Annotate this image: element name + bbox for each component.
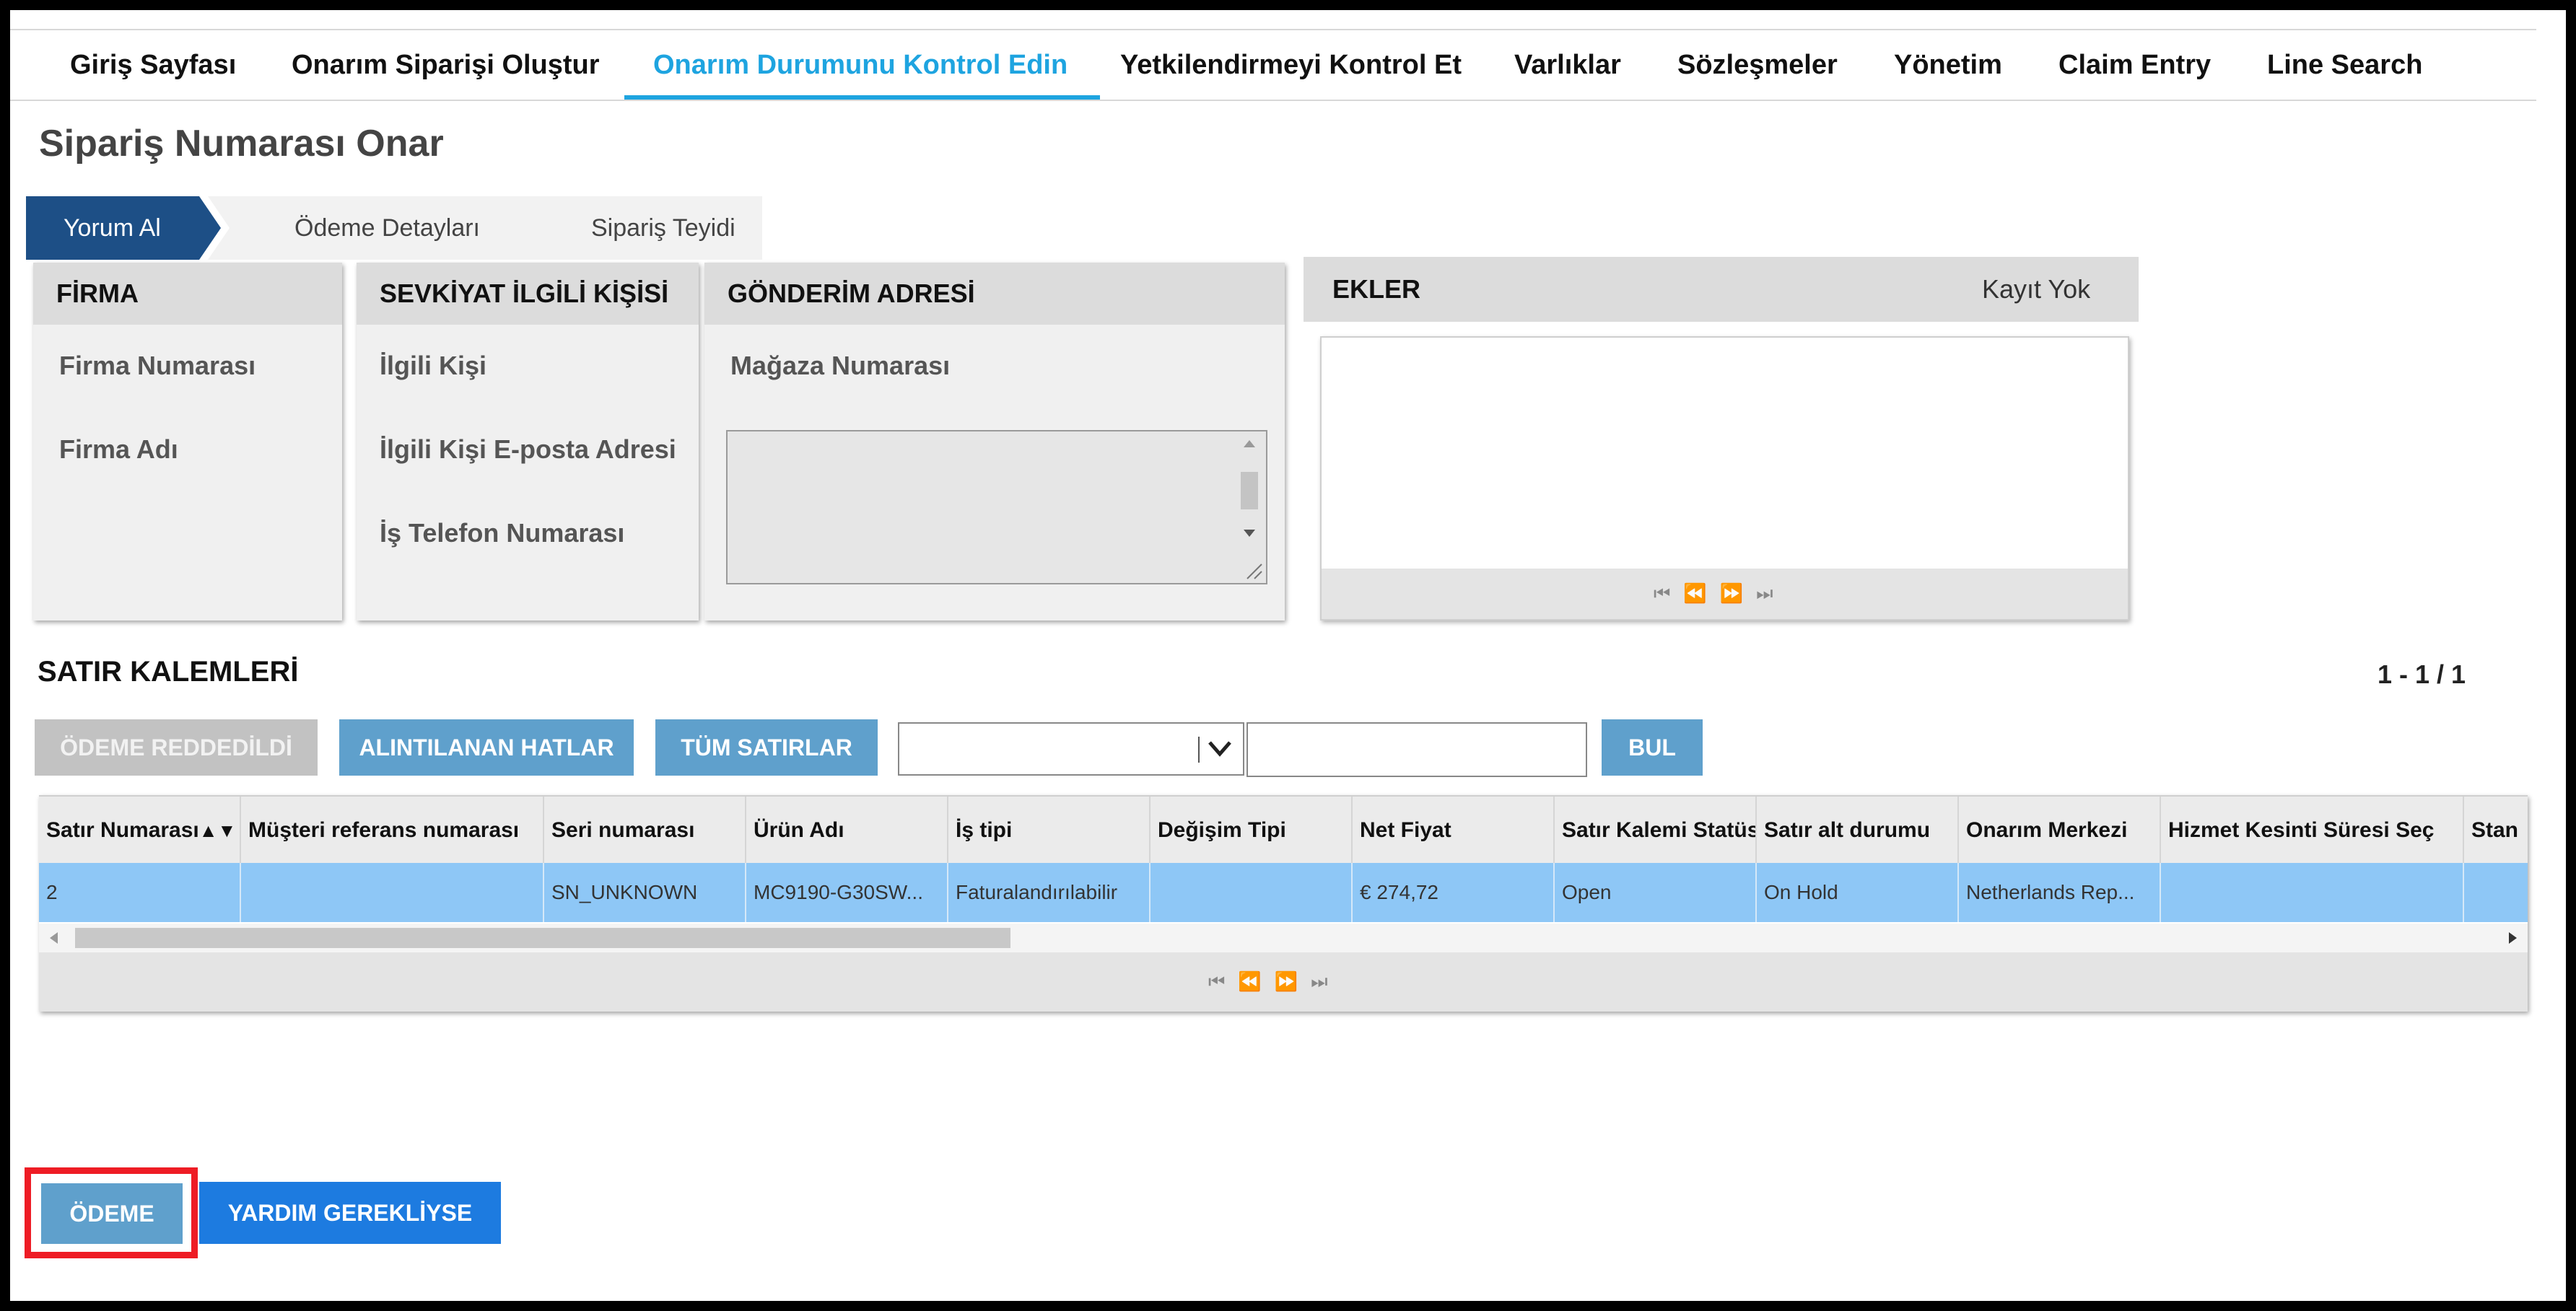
prev-page-icon[interactable]: ⏪ <box>1683 582 1719 604</box>
pager-controls: ⏮⏪⏩⏭ <box>1208 970 1341 994</box>
shipping-address-panel-title: GÖNDERİM ADRESİ <box>704 263 1285 325</box>
line-items-title: SATIR KALEMLERİ <box>38 656 299 688</box>
attachments-title: EKLER <box>1332 274 1421 304</box>
all-lines-button[interactable]: TÜM SATIRLAR <box>655 719 878 776</box>
quoted-lines-button[interactable]: ALINTILANAN HATLAR <box>339 719 634 776</box>
grid-pager: ⏮⏪⏩⏭ <box>39 952 2528 1012</box>
select-separator <box>1198 737 1200 763</box>
next-page-icon[interactable]: ⏩ <box>1720 582 1756 604</box>
nav-line-search[interactable]: Line Search <box>2267 30 2422 100</box>
column-header-line-substatus[interactable]: Satır alt durumu <box>1757 797 1959 864</box>
table-row[interactable]: 2 SN_UNKNOWN MC9190-G30SW... Faturalandı… <box>39 863 2528 922</box>
application-window: Giriş Sayfası Onarım Siparişi Oluştur On… <box>10 10 2566 1301</box>
cell-line-number: 2 <box>39 863 241 922</box>
column-header-net-price[interactable]: Net Fiyat <box>1353 797 1555 864</box>
column-header-line-number[interactable]: Satır Numarası▲▼ <box>39 797 241 864</box>
scrollbar-thumb[interactable] <box>75 928 1010 948</box>
column-header-label: Satır Numarası <box>46 818 199 842</box>
cell-exchange-type <box>1151 863 1353 922</box>
contact-email-label: İlgili Kişi E-posta Adresi <box>380 434 676 464</box>
cell-line-substatus: On Hold <box>1757 863 1959 922</box>
attachments-pager: ⏮⏪⏩⏭ <box>1322 569 2128 619</box>
nav-claim-entry[interactable]: Claim Entry <box>2058 30 2211 100</box>
column-header-downtime[interactable]: Hizmet Kesinti Süresi Seç <box>2161 797 2464 864</box>
prev-page-icon[interactable]: ⏪ <box>1238 970 1274 992</box>
nav-check-repair-status[interactable]: Onarım Durumunu Kontrol Edin <box>653 30 1067 100</box>
company-number-label: Firma Numarası <box>59 351 256 380</box>
resize-handle-icon[interactable] <box>1244 561 1263 580</box>
nav-create-repair-order[interactable]: Onarım Siparişi Oluştur <box>292 30 600 100</box>
cell-product-name: MC9190-G30SW... <box>746 863 948 922</box>
step-label: Ödeme Detayları <box>294 214 480 242</box>
find-button[interactable]: BUL <box>1602 719 1703 776</box>
last-page-icon[interactable]: ⏭ <box>1311 970 1340 992</box>
column-header-exchange-type[interactable]: Değişim Tipi <box>1151 797 1353 864</box>
shipping-contact-panel-title: SEVKİYAT İLGİLİ KİŞİSİ <box>357 263 699 325</box>
scroll-left-icon[interactable] <box>48 931 59 945</box>
scrollbar-arrows-icon <box>1241 440 1258 537</box>
search-input[interactable] <box>1246 722 1587 777</box>
horizontal-scrollbar[interactable] <box>39 924 2528 952</box>
highlight-box <box>25 1167 198 1258</box>
sort-arrows-icon[interactable]: ▲▼ <box>199 820 236 841</box>
cell-job-type: Faturalandırılabilir <box>948 863 1151 922</box>
column-header-repair-center[interactable]: Onarım Merkezi <box>1959 797 2161 864</box>
address-textarea[interactable] <box>726 430 1267 584</box>
company-panel: FİRMA Firma Numarası Firma Adı <box>33 263 342 621</box>
nav-check-authorization[interactable]: Yetkilendirmeyi Kontrol Et <box>1120 30 1462 100</box>
scroll-right-icon[interactable] <box>2507 931 2519 945</box>
step-label: Sipariş Teyidi <box>591 214 735 242</box>
column-header-line-status[interactable]: Satır Kalemi Statüs <box>1555 797 1757 864</box>
nav-home[interactable]: Giriş Sayfası <box>70 30 236 100</box>
column-header-serial-number[interactable]: Seri numarası <box>544 797 746 864</box>
payment-rejected-button[interactable]: ÖDEME REDDEDİLDİ <box>35 719 318 776</box>
attachments-count: Kayıt Yok <box>1982 274 2091 304</box>
first-page-icon[interactable]: ⏮ <box>1654 582 1683 604</box>
step-payment-details[interactable]: Ödeme Detayları <box>208 196 554 260</box>
nav-assets[interactable]: Varlıklar <box>1514 30 1621 100</box>
work-phone-label: İş Telefon Numarası <box>380 518 625 548</box>
line-items-grid: Satır Numarası▲▼ Müşteri referans numara… <box>39 795 2528 1012</box>
grid-header: Satır Numarası▲▼ Müşteri referans numara… <box>39 795 2528 864</box>
active-tab-indicator <box>624 95 1100 100</box>
company-name-label: Firma Adı <box>59 434 178 464</box>
company-panel-title: FİRMA <box>33 263 342 325</box>
contact-person-label: İlgili Kişi <box>380 351 487 380</box>
shipping-address-panel: GÖNDERİM ADRESİ Mağaza Numarası <box>704 263 1285 621</box>
top-navigation: Giriş Sayfası Onarım Siparişi Oluştur On… <box>10 29 2536 101</box>
cell-downtime <box>2161 863 2464 922</box>
column-header-product-name[interactable]: Ürün Adı <box>746 797 948 864</box>
store-number-label: Mağaza Numarası <box>730 351 951 380</box>
attachments-list: ⏮⏪⏩⏭ <box>1320 336 2129 621</box>
last-page-icon[interactable]: ⏭ <box>1756 582 1786 604</box>
step-get-comment[interactable]: Yorum Al <box>26 196 221 260</box>
cell-standard <box>2464 863 2528 922</box>
nav-contracts[interactable]: Sözleşmeler <box>1677 30 1838 100</box>
chevron-down-icon <box>1208 741 1231 757</box>
cell-line-status: Open <box>1555 863 1757 922</box>
page-title: Sipariş Numarası Onar <box>39 123 444 165</box>
pager-controls: ⏮⏪⏩⏭ <box>1654 582 1786 605</box>
textarea-scrollbar[interactable] <box>1237 436 1262 554</box>
line-items-range: 1 - 1 / 1 <box>2378 659 2466 689</box>
attachments-header: EKLER Kayıt Yok <box>1304 257 2139 322</box>
cell-repair-center: Netherlands Rep... <box>1959 863 2161 922</box>
first-page-icon[interactable]: ⏮ <box>1208 970 1238 992</box>
help-needed-button[interactable]: YARDIM GEREKLİYSE <box>199 1182 501 1244</box>
step-order-confirmation[interactable]: Sipariş Teyidi <box>524 196 762 260</box>
cell-net-price: € 274,72 <box>1353 863 1555 922</box>
column-header-job-type[interactable]: İş tipi <box>948 797 1151 864</box>
next-page-icon[interactable]: ⏩ <box>1275 970 1311 992</box>
column-header-standard[interactable]: Stan <box>2464 797 2528 864</box>
nav-management[interactable]: Yönetim <box>1894 30 2002 100</box>
column-header-customer-ref[interactable]: Müşteri referans numarası <box>241 797 544 864</box>
step-label: Yorum Al <box>64 214 161 242</box>
cell-serial-number: SN_UNKNOWN <box>544 863 746 922</box>
cell-customer-ref <box>241 863 544 922</box>
shipping-contact-panel: SEVKİYAT İLGİLİ KİŞİSİ İlgili Kişi İlgil… <box>357 263 699 621</box>
filter-select[interactable] <box>898 722 1244 776</box>
